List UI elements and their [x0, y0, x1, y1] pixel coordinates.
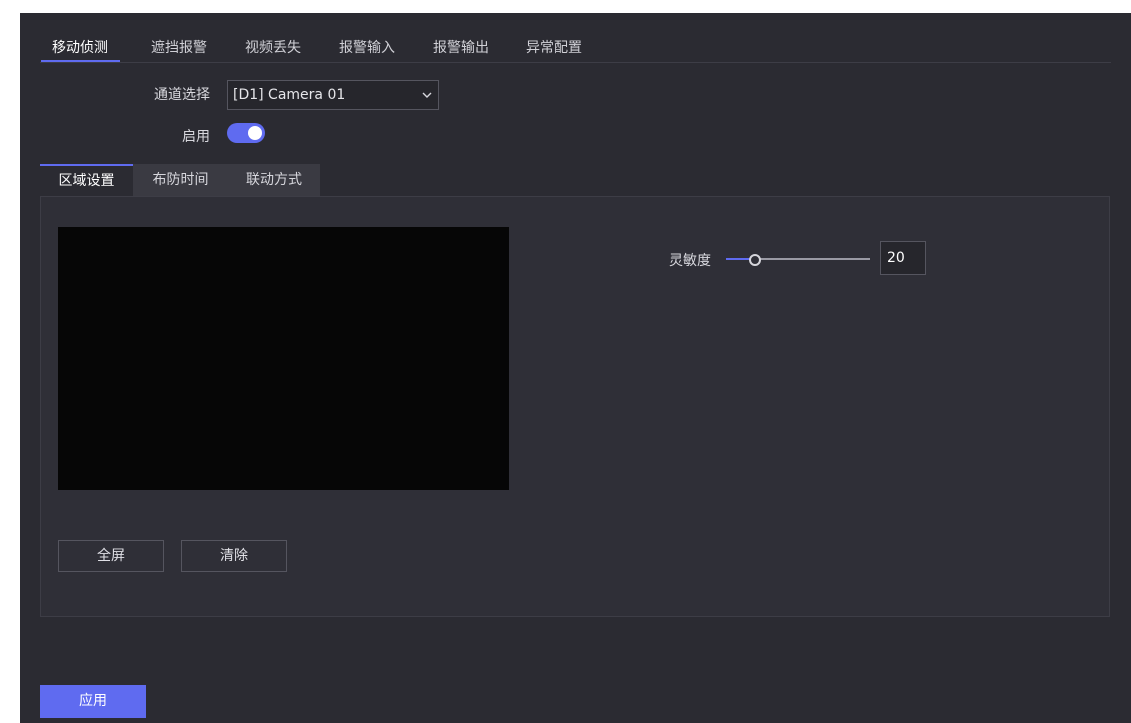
video-preview[interactable] [58, 227, 509, 490]
tab-alarm-output[interactable]: 报警输出 [433, 37, 489, 61]
tab-area-settings[interactable]: 区域设置 [40, 164, 133, 196]
channel-select-value: [D1] Camera 01 [233, 87, 346, 103]
tab-exception-config[interactable]: 异常配置 [526, 37, 582, 61]
tab-video-loss[interactable]: 视频丢失 [245, 37, 301, 61]
tab-motion-detection[interactable]: 移动侦测 [41, 37, 120, 62]
channel-select-label: 通道选择 [154, 87, 210, 103]
chevron-down-icon [422, 92, 432, 98]
enable-label: 启用 [182, 129, 210, 145]
channel-select[interactable]: [D1] Camera 01 [227, 80, 439, 110]
tab-alarm-input[interactable]: 报警输入 [339, 37, 395, 61]
sensitivity-input[interactable]: 20 [880, 241, 926, 275]
apply-button[interactable]: 应用 [40, 685, 146, 718]
sensitivity-label: 灵敏度 [669, 253, 711, 269]
tab-linkage-method[interactable]: 联动方式 [228, 164, 320, 196]
motion-detection-page: 移动侦测 遮挡报警 视频丢失 报警输入 报警输出 异常配置 通道选择 [D1] … [20, 13, 1131, 723]
enable-toggle[interactable] [227, 123, 265, 143]
area-settings-panel: 全屏 清除 灵敏度 20 [40, 196, 1110, 617]
clear-button[interactable]: 清除 [181, 540, 287, 572]
fullscreen-button[interactable]: 全屏 [58, 540, 164, 572]
slider-thumb[interactable] [748, 254, 761, 266]
toggle-knob [248, 126, 262, 140]
top-tab-bar: 移动侦测 遮挡报警 视频丢失 报警输入 报警输出 异常配置 [40, 13, 1111, 63]
tab-arming-schedule[interactable]: 布防时间 [133, 164, 228, 196]
sensitivity-slider[interactable] [726, 247, 870, 271]
tab-tamper-alarm[interactable]: 遮挡报警 [151, 37, 207, 61]
